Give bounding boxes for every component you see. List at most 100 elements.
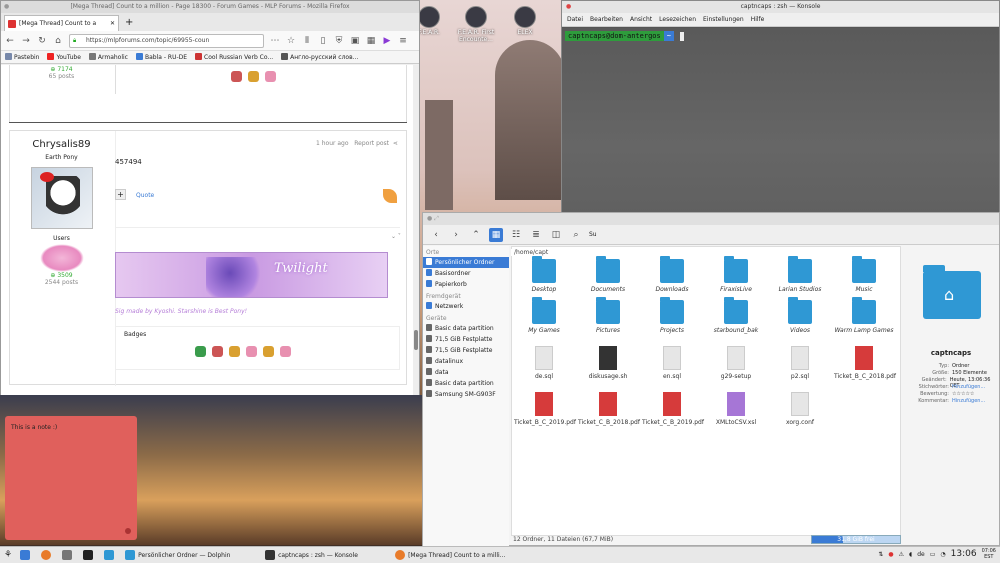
page-actions-icon[interactable]: ⋯ xyxy=(270,36,280,46)
add-tags-link[interactable]: Hinzufügen... xyxy=(952,384,985,390)
multiquote-button[interactable]: + xyxy=(115,189,126,200)
second-clock[interactable]: 07:06 EST xyxy=(982,548,996,560)
file-item[interactable]: Documents xyxy=(578,256,638,293)
shield-icon[interactable]: ⛨ xyxy=(334,36,344,46)
up-icon[interactable]: ⌃ xyxy=(469,228,483,242)
close-icon[interactable]: ● xyxy=(566,1,571,13)
file-item[interactable]: xorg.conf xyxy=(770,392,830,426)
icons-view-icon[interactable]: ▦ xyxy=(489,227,503,242)
scrollbar-thumb[interactable] xyxy=(414,330,418,350)
bookmark-star-icon[interactable]: ☆ xyxy=(286,36,296,46)
bookmark-babla[interactable]: Babla - RU-DE xyxy=(135,53,187,61)
menu-einstellungen[interactable]: Einstellungen xyxy=(703,16,744,23)
split-icon[interactable]: ◫ xyxy=(549,228,563,242)
bookmark-pastebin[interactable]: Pastebin xyxy=(5,53,39,61)
sidebar-icon[interactable]: ▯ xyxy=(318,36,328,46)
share-icon[interactable]: ⋖ xyxy=(393,140,398,147)
file-item[interactable]: Ticket_C_B_2019.pdf xyxy=(642,392,704,426)
device-basic-data-partition-2[interactable]: Basic data partition xyxy=(423,378,509,389)
file-item[interactable]: My Games xyxy=(514,297,574,334)
task-dolphin[interactable]: Persönlicher Ordner — Dolphin xyxy=(121,548,261,563)
compact-view-icon[interactable]: ☷ xyxy=(509,228,523,242)
forward-icon[interactable]: → xyxy=(21,36,31,46)
network-icon[interactable]: ⇅ xyxy=(878,551,883,558)
file-item[interactable]: Downloads xyxy=(642,256,702,293)
place-trash[interactable]: Papierkorb xyxy=(423,279,509,290)
file-item[interactable]: p2.sql xyxy=(770,346,830,380)
file-item[interactable]: starbound_bak xyxy=(706,297,766,334)
menu-icon[interactable]: ≡ xyxy=(398,36,408,46)
close-icon[interactable]: ● xyxy=(427,215,432,222)
app-launcher-icon[interactable]: ⚘ xyxy=(0,548,16,563)
sticky-note[interactable]: This is a note :) xyxy=(5,416,137,540)
file-view[interactable]: Desktop Documents Downloads FiraxisLive Lari… xyxy=(511,246,901,536)
extension-icon[interactable]: ▦ xyxy=(366,36,376,46)
settings-launcher-icon[interactable] xyxy=(58,548,79,563)
signature-toggle-icon[interactable]: ⌄ ˅ xyxy=(391,233,401,240)
place-network[interactable]: Netzwerk xyxy=(423,301,509,312)
file-item[interactable]: Projects xyxy=(642,297,702,334)
place-home[interactable]: Persönlicher Ordner xyxy=(423,257,509,268)
bookmark-anglo-russian[interactable]: Англо-русский слов... xyxy=(281,53,358,61)
menu-hilfe[interactable]: Hilfe xyxy=(751,16,765,23)
tab-close-icon[interactable]: ✕ xyxy=(110,16,115,31)
close-icon[interactable]: ● xyxy=(4,1,9,13)
device-basic-data-partition[interactable]: Basic data partition xyxy=(423,323,509,334)
file-item[interactable]: XMLtoCSV.xsl xyxy=(706,392,766,426)
add-comment-link[interactable]: Hinzufügen... xyxy=(952,398,985,404)
bookmark-cool-russian[interactable]: Cool Russian Verb Co... xyxy=(195,53,273,61)
bookmark-armaholic[interactable]: Armaholic xyxy=(88,53,128,61)
back-icon[interactable]: ‹ xyxy=(429,228,443,242)
rating-stars[interactable]: ☆☆☆☆☆ xyxy=(952,391,974,397)
device-disk-2[interactable]: 71,5 GiB Festplatte xyxy=(423,345,509,356)
battery-icon[interactable]: ◔ xyxy=(940,551,945,558)
file-item[interactable]: Warm Lamp Games xyxy=(834,297,894,334)
page-scrollbar[interactable] xyxy=(413,65,419,395)
details-view-icon[interactable]: ≣ xyxy=(529,228,543,242)
file-item[interactable]: Ticket_B_C_2019.pdf xyxy=(514,392,576,426)
desktop-icon-elex[interactable]: ELEX xyxy=(495,6,555,36)
back-icon[interactable]: ← xyxy=(5,36,15,46)
file-item[interactable]: Music xyxy=(834,256,894,293)
keyboard-layout-indicator[interactable]: de xyxy=(917,551,925,558)
report-post-link[interactable]: Report post xyxy=(354,140,389,147)
search-icon[interactable]: ⌕ xyxy=(569,228,583,242)
reload-icon[interactable]: ↻ xyxy=(37,36,47,46)
url-bar[interactable]: 🔒︎ https://mlpforums.com/topic/69955-coun xyxy=(69,33,264,48)
file-item[interactable]: Videos xyxy=(770,297,830,334)
file-item[interactable]: Ticket_C_B_2018.pdf xyxy=(578,392,640,426)
file-item[interactable]: Larian Studios xyxy=(770,256,830,293)
menu-datei[interactable]: Datei xyxy=(567,16,583,23)
extension-icon[interactable]: ▶ xyxy=(382,36,392,46)
menu-bearbeiten[interactable]: Bearbeiten xyxy=(590,16,623,23)
clipboard-icon[interactable]: ▭ xyxy=(930,551,936,558)
post-time[interactable]: 1 hour ago xyxy=(316,140,349,147)
file-item[interactable]: en.sql xyxy=(642,346,702,380)
volume-icon[interactable]: ◖ xyxy=(909,551,912,558)
task-konsole[interactable]: captncaps : zsh — Konsole xyxy=(261,548,391,563)
notifications-icon[interactable]: ⚠ xyxy=(899,551,904,558)
device-data[interactable]: data xyxy=(423,367,509,378)
post-author[interactable]: Chrysalis89 xyxy=(10,139,113,150)
device-samsung-phone[interactable]: Samsung SM-G903F xyxy=(423,389,509,400)
file-item[interactable]: Pictures xyxy=(578,297,638,334)
forward-icon[interactable]: › xyxy=(449,228,463,242)
firefox-launcher-icon[interactable] xyxy=(37,548,58,563)
terminal-launcher-icon[interactable] xyxy=(79,548,100,563)
menu-ansicht[interactable]: Ansicht xyxy=(630,16,652,23)
minimize-icon[interactable]: ⤢ xyxy=(434,215,439,222)
avatar[interactable] xyxy=(30,167,93,229)
location-bar[interactable]: /home/capt xyxy=(511,249,552,256)
home-icon[interactable]: ⌂ xyxy=(53,36,63,46)
file-item[interactable]: Ticket_B_C_2018.pdf xyxy=(834,346,896,380)
bookmark-youtube[interactable]: YouTube xyxy=(47,53,81,61)
new-tab-icon[interactable]: + xyxy=(119,15,139,31)
library-icon[interactable]: ⫴ xyxy=(302,36,312,46)
file-item[interactable]: diskusage.sh xyxy=(578,346,638,380)
menu-lesezeichen[interactable]: Lesezeichen xyxy=(659,16,696,23)
reaction-icon[interactable] xyxy=(383,189,397,203)
quote-button[interactable]: Quote xyxy=(136,192,154,199)
files-launcher-icon[interactable] xyxy=(100,548,121,563)
place-root[interactable]: Basisordner xyxy=(423,268,509,279)
show-desktop-icon[interactable] xyxy=(16,548,37,563)
